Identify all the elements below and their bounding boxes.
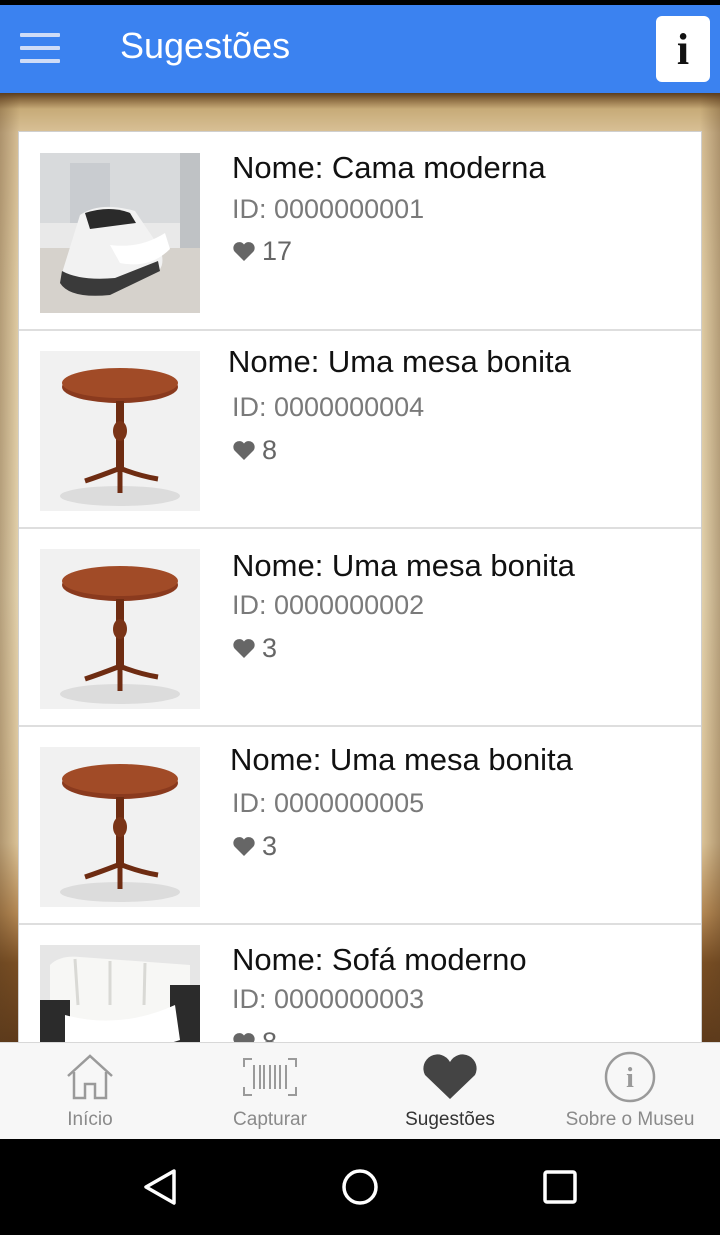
tab-label: Sugestões — [405, 1109, 495, 1130]
like-count: 17 — [232, 236, 292, 267]
heart-icon — [233, 639, 255, 658]
home-circle-icon — [342, 1169, 378, 1205]
like-count-value: 3 — [262, 831, 278, 861]
like-count-value: 8 — [262, 1027, 278, 1042]
table-image — [40, 351, 200, 511]
like-count: 8 — [232, 435, 277, 466]
menu-icon-line — [20, 59, 60, 63]
item-id: ID: 0000000002 — [232, 590, 425, 620]
home-button[interactable] — [340, 1167, 380, 1207]
tab-capturar[interactable]: Capturar — [180, 1043, 360, 1140]
menu-icon-line — [20, 33, 60, 37]
heart-icon — [233, 1033, 255, 1042]
bed-image — [40, 153, 200, 313]
info-button[interactable]: i — [656, 16, 710, 82]
like-count-value: 17 — [262, 236, 293, 266]
content-area: Nome: Cama moderna ID: 0000000001 17 Nom… — [0, 93, 720, 1042]
heart-icon — [233, 242, 255, 261]
bottom-tab-bar: Início Capturar Sugestões i Sobre o Muse… — [0, 1042, 720, 1139]
heart-icon — [423, 1054, 477, 1099]
menu-icon-line — [20, 46, 60, 50]
back-button[interactable] — [140, 1167, 180, 1207]
list-item[interactable]: Nome: Uma mesa bonita ID: 0000000004 8 — [19, 330, 701, 529]
item-name: Nome: Sofá moderno — [232, 942, 527, 977]
item-name: Nome: Uma mesa bonita — [228, 344, 571, 379]
menu-button[interactable] — [20, 33, 60, 65]
like-count-value: 3 — [262, 633, 278, 663]
tab-label: Início — [67, 1109, 113, 1130]
item-id: ID: 0000000001 — [232, 194, 425, 224]
sofa-image — [40, 945, 200, 1042]
home-icon — [67, 1054, 113, 1100]
back-triangle-icon — [144, 1169, 176, 1205]
item-id: ID: 0000000004 — [232, 392, 425, 422]
tab-label: Sobre o Museu — [565, 1109, 695, 1130]
like-count: 3 — [232, 831, 277, 862]
page-title: Sugestões — [120, 25, 291, 66]
item-name: Nome: Cama moderna — [232, 150, 546, 185]
item-id: ID: 0000000003 — [232, 984, 425, 1014]
tab-sugestoes[interactable]: Sugestões — [360, 1043, 540, 1140]
suggestion-list[interactable]: Nome: Cama moderna ID: 0000000001 17 Nom… — [18, 131, 702, 1042]
tab-label: Capturar — [233, 1109, 307, 1130]
heart-icon — [233, 837, 255, 856]
app-bar: Sugestões i — [0, 5, 720, 93]
tab-inicio[interactable]: Início — [0, 1043, 180, 1140]
tab-sobre-o-museu[interactable]: i Sobre o Museu — [540, 1043, 720, 1140]
like-count: 3 — [232, 633, 277, 664]
table-image — [40, 549, 200, 709]
recents-button[interactable] — [540, 1167, 580, 1207]
recents-square-icon — [543, 1170, 577, 1204]
heart-icon — [233, 441, 255, 460]
list-item[interactable]: Nome: Uma mesa bonita ID: 0000000002 3 — [19, 528, 701, 727]
table-image — [40, 747, 200, 907]
system-nav-bar — [0, 1139, 720, 1235]
barcode-icon — [243, 1058, 297, 1096]
item-name: Nome: Uma mesa bonita — [232, 548, 575, 583]
list-item[interactable]: Nome: Uma mesa bonita ID: 0000000005 3 — [19, 726, 701, 925]
list-item[interactable]: Nome: Sofá moderno ID: 0000000003 8 — [19, 924, 701, 1042]
svg-text:i: i — [626, 1063, 634, 1094]
item-name: Nome: Uma mesa bonita — [230, 742, 573, 777]
list-item[interactable]: Nome: Cama moderna ID: 0000000001 17 — [19, 132, 701, 331]
like-count: 8 — [232, 1027, 277, 1042]
like-count-value: 8 — [262, 435, 278, 465]
info-circle-icon: i — [604, 1051, 656, 1103]
item-id: ID: 0000000005 — [232, 788, 425, 818]
